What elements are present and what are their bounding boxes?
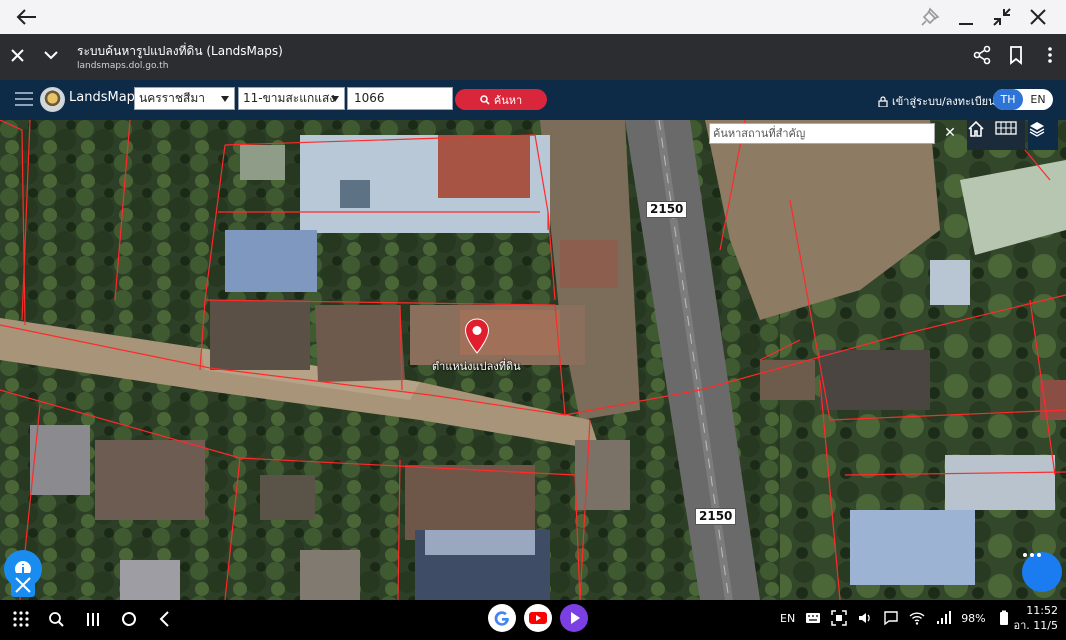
keyboard-icon[interactable] bbox=[805, 610, 821, 626]
chevron-down-icon[interactable] bbox=[40, 44, 62, 66]
grid-button[interactable] bbox=[995, 120, 1025, 150]
back-icon[interactable] bbox=[154, 608, 176, 630]
clock-time: 11:52 bbox=[1026, 604, 1058, 617]
browser-tab-bar: ระบบค้นหารูปแปลงที่ดิน (LandsMaps) lands… bbox=[0, 34, 1066, 80]
more-options-button[interactable] bbox=[1022, 552, 1062, 592]
search-icon bbox=[480, 94, 490, 105]
more-vertical-icon[interactable] bbox=[1040, 44, 1060, 66]
province-value: นครราชสีมา bbox=[139, 91, 205, 105]
screen: ระบบค้นหารูปแปลงที่ดิน (LandsMaps) lands… bbox=[0, 0, 1066, 640]
home-button[interactable] bbox=[967, 120, 997, 150]
youtube-app-icon[interactable] bbox=[524, 604, 552, 632]
dol-logo-icon bbox=[40, 87, 65, 112]
layers-button[interactable] bbox=[1028, 120, 1058, 150]
road-label: 2150 bbox=[695, 508, 737, 525]
grid-icon bbox=[995, 121, 1017, 135]
chevron-down-icon bbox=[221, 96, 229, 102]
parcel-location-label: ตำแหน่งแปลงที่ดิน bbox=[432, 360, 521, 373]
pinned-apps bbox=[488, 604, 588, 632]
close-icon[interactable] bbox=[1026, 5, 1050, 29]
input-language[interactable]: EN bbox=[780, 612, 795, 625]
window-controls bbox=[918, 5, 1050, 29]
bookmark-icon[interactable] bbox=[1006, 44, 1026, 66]
pin-icon[interactable] bbox=[918, 5, 942, 29]
more-horizontal-icon bbox=[1023, 553, 1041, 557]
search-icon[interactable] bbox=[46, 608, 68, 630]
clock: 11:52 อา. 11/5 bbox=[1008, 603, 1058, 633]
district-value: 11-ขามสะแกแสง bbox=[243, 91, 336, 105]
ruler-icon bbox=[15, 577, 31, 593]
brand-name: LandsMaps bbox=[69, 90, 142, 105]
share-icon[interactable] bbox=[972, 44, 992, 66]
login-link[interactable]: เข้าสู่ระบบ/ลงทะเบียน bbox=[878, 92, 996, 110]
lang-th-button[interactable]: TH bbox=[993, 89, 1023, 110]
volume-icon[interactable] bbox=[857, 610, 873, 626]
tab-actions bbox=[972, 44, 1060, 66]
road-label: 2150 bbox=[646, 201, 688, 218]
message-icon[interactable] bbox=[883, 610, 899, 626]
shrink-icon[interactable] bbox=[990, 5, 1014, 29]
android-system-bar: EN 98% 11:52 อา. 11/5 bbox=[0, 600, 1066, 640]
wifi-icon bbox=[909, 610, 925, 626]
android-nav bbox=[10, 608, 176, 630]
close-tab-icon[interactable] bbox=[8, 44, 28, 66]
page-title: ระบบค้นหารูปแปลงที่ดิน (LandsMaps) bbox=[77, 44, 283, 58]
layers-icon bbox=[1029, 122, 1045, 137]
home-circle-icon[interactable] bbox=[118, 608, 140, 630]
page-url: landsmaps.dol.go.th bbox=[77, 61, 169, 71]
minimize-icon[interactable] bbox=[954, 5, 978, 29]
battery-level: 98% bbox=[961, 611, 986, 625]
location-pin-icon[interactable] bbox=[464, 318, 490, 354]
clock-date: อา. 11/5 bbox=[1013, 619, 1058, 632]
apps-grid-icon[interactable] bbox=[10, 608, 32, 630]
clear-search-icon[interactable]: ✕ bbox=[942, 124, 958, 142]
place-search-input[interactable]: ค้นหาสถานที่สำคัญ bbox=[709, 123, 935, 144]
screenshot-icon[interactable] bbox=[831, 610, 847, 626]
language-toggle: TH EN bbox=[993, 89, 1053, 110]
lang-en-button[interactable]: EN bbox=[1023, 89, 1053, 110]
status-area: EN 98% bbox=[780, 610, 1012, 626]
map-imagery bbox=[0, 120, 1066, 600]
arrow-left-icon[interactable] bbox=[14, 5, 40, 29]
chevron-down-icon bbox=[331, 96, 339, 102]
signal-icon bbox=[935, 610, 952, 626]
login-label: เข้าสู่ระบบ/ลงทะเบียน bbox=[892, 95, 996, 108]
province-select[interactable]: นครราชสีมา bbox=[134, 87, 235, 110]
menu-icon[interactable] bbox=[14, 90, 34, 108]
home-icon bbox=[968, 120, 984, 137]
recent-apps-icon[interactable] bbox=[82, 608, 104, 630]
system-top-bar bbox=[0, 0, 1066, 34]
lock-icon bbox=[878, 95, 888, 107]
video-player-app-icon[interactable] bbox=[560, 604, 588, 632]
parcel-number-input[interactable]: 1066 bbox=[347, 87, 453, 110]
measure-button[interactable] bbox=[11, 573, 35, 597]
search-button-label: ค้นหา bbox=[493, 93, 523, 107]
satellite-map[interactable]: ค้นหาสถานที่สำคัญ ✕ 2150 2150 ตำแหน่งแปล… bbox=[0, 120, 1066, 600]
search-button[interactable]: ค้นหา bbox=[455, 89, 547, 110]
app-navbar: LandsMaps นครราชสีมา 11-ขามสะแกแสง 1066 … bbox=[0, 80, 1066, 120]
district-select[interactable]: 11-ขามสะแกแสง bbox=[238, 87, 345, 110]
google-app-icon[interactable] bbox=[488, 604, 516, 632]
